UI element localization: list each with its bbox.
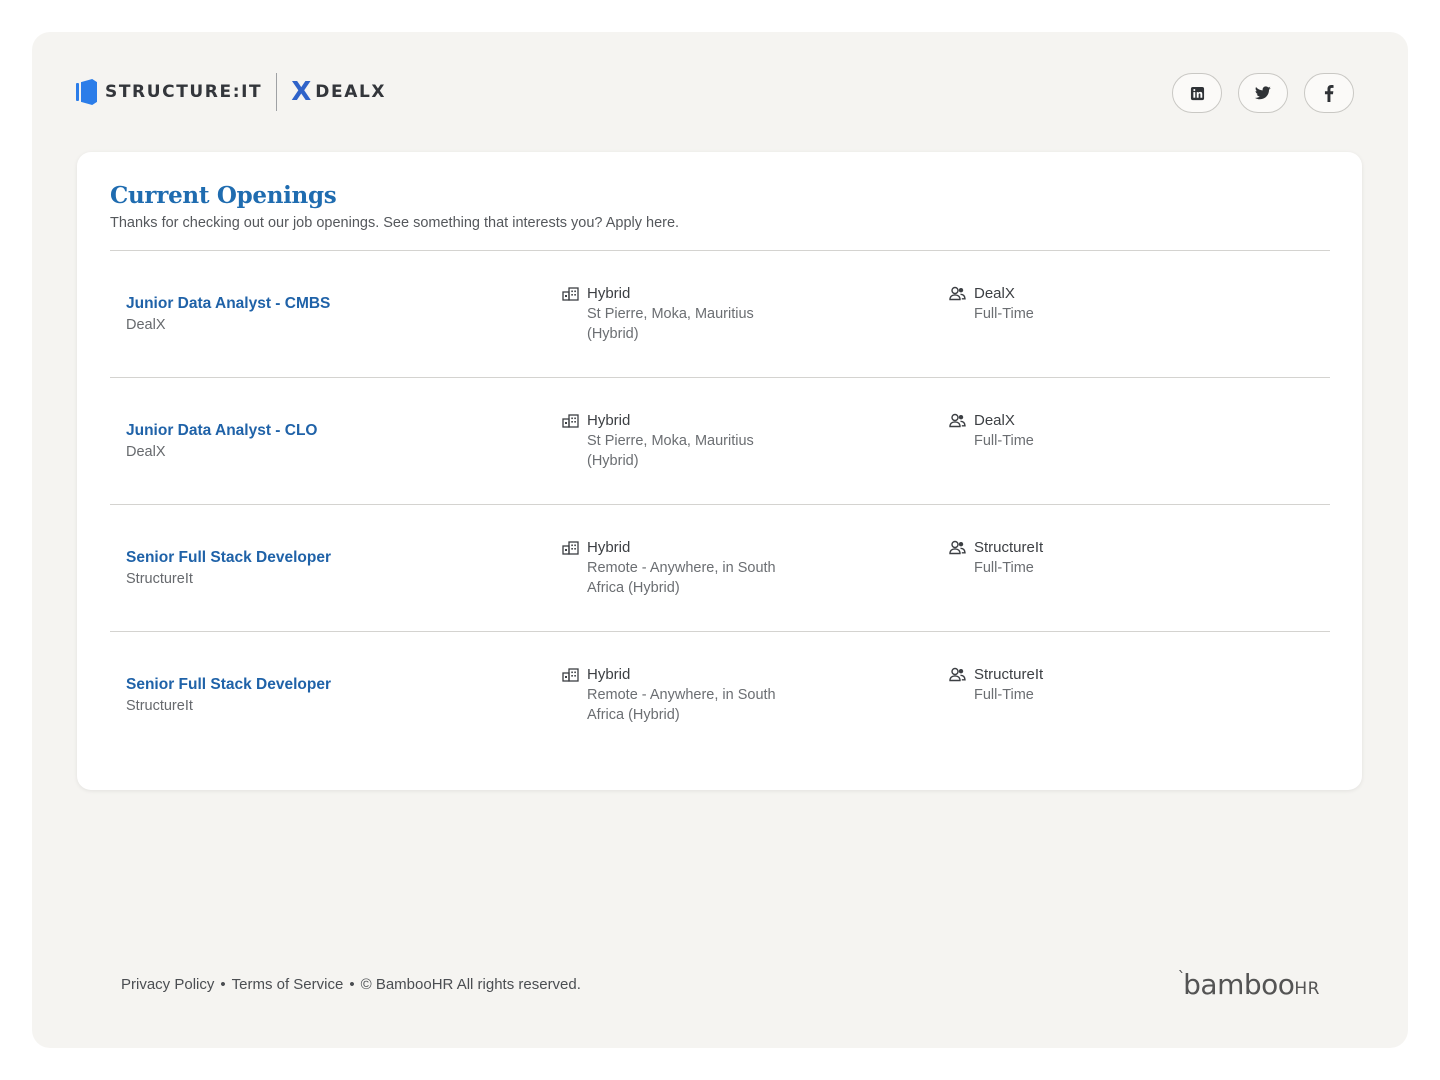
company-logos[interactable]: STRUCTURE:IT X DEALX — [76, 72, 386, 112]
employment-type: Full-Time — [974, 306, 1034, 322]
privacy-policy-link[interactable]: Privacy Policy — [121, 976, 214, 993]
people-icon — [949, 539, 966, 556]
openings-card: Current Openings Thanks for checking out… — [77, 152, 1362, 790]
building-icon — [562, 539, 579, 556]
employment-type: Full-Time — [974, 687, 1034, 703]
job-row[interactable]: Senior Full Stack Developer StructureIt … — [110, 631, 1330, 759]
location-text: St Pierre, Moka, Mauritius (Hybrid) — [587, 433, 754, 469]
location-text: Remote - Anywhere, in South Africa (Hybr… — [587, 687, 776, 723]
linkedin-button[interactable] — [1172, 73, 1222, 113]
page-title: Current Openings — [110, 182, 337, 209]
structureit-logo-text: STRUCTURE:IT — [105, 82, 263, 102]
job-row[interactable]: Junior Data Analyst - CMBS DealX Hybrid … — [110, 250, 1330, 378]
twitter-button[interactable] — [1238, 73, 1288, 113]
bamboohr-logo[interactable]: ˋbambooHR — [1178, 968, 1320, 1001]
location-text: St Pierre, Moka, Mauritius (Hybrid) — [587, 306, 754, 342]
job-location: Hybrid Remote - Anywhere, in South Afric… — [562, 666, 802, 725]
job-location: Hybrid Remote - Anywhere, in South Afric… — [562, 539, 802, 598]
location-text: Remote - Anywhere, in South Africa (Hybr… — [587, 560, 776, 596]
company-name: StructureIt — [974, 539, 1044, 556]
location-type: Hybrid — [587, 666, 631, 683]
building-icon — [562, 666, 579, 683]
job-employment: DealX Full-Time — [949, 285, 1189, 324]
footer-separator: • — [349, 976, 355, 993]
job-location: Hybrid St Pierre, Moka, Mauritius (Hybri… — [562, 285, 802, 344]
copyright-text: BambooHR All rights reserved. — [375, 976, 581, 993]
job-location: Hybrid St Pierre, Moka, Mauritius (Hybri… — [562, 412, 802, 471]
job-department: DealX — [126, 444, 166, 460]
job-title-link[interactable]: Junior Data Analyst - CMBS — [126, 295, 330, 313]
footer-separator: • — [220, 976, 226, 993]
employment-type: Full-Time — [974, 433, 1034, 449]
job-department: StructureIt — [126, 698, 193, 714]
building-icon — [562, 412, 579, 429]
location-type: Hybrid — [587, 412, 631, 429]
job-title-link[interactable]: Senior Full Stack Developer — [126, 549, 331, 567]
social-links — [1172, 73, 1354, 113]
company-name: DealX — [974, 412, 1015, 429]
bamboohr-logo-suffix: HR — [1294, 979, 1320, 999]
job-employment: StructureIt Full-Time — [949, 666, 1189, 705]
twitter-icon — [1255, 86, 1271, 100]
dealx-logo-text: DEALX — [315, 82, 387, 102]
terms-of-service-link[interactable]: Terms of Service — [232, 976, 344, 993]
company-name: DealX — [974, 285, 1015, 302]
company-name: StructureIt — [974, 666, 1044, 683]
footer-links: Privacy Policy • Terms of Service • © Bamboo… — [121, 976, 581, 993]
building-icon — [562, 285, 579, 302]
linkedin-icon — [1190, 86, 1204, 100]
people-icon — [949, 412, 966, 429]
copyright-icon: © — [360, 976, 372, 993]
job-row[interactable]: Senior Full Stack Developer StructureIt … — [110, 504, 1330, 632]
bamboohr-logo-main: bamboo — [1183, 968, 1295, 1001]
people-icon — [949, 666, 966, 683]
employment-type: Full-Time — [974, 560, 1034, 576]
job-department: DealX — [126, 317, 166, 333]
facebook-button[interactable] — [1304, 73, 1354, 113]
job-department: StructureIt — [126, 571, 193, 587]
facebook-icon — [1324, 84, 1334, 102]
logo-divider — [276, 73, 278, 111]
job-employment: StructureIt Full-Time — [949, 539, 1189, 578]
structureit-logo-mark — [76, 79, 97, 105]
page-subtitle: Thanks for checking out our job openings… — [110, 215, 680, 231]
job-employment: DealX Full-Time — [949, 412, 1189, 451]
page-frame: STRUCTURE:IT X DEALX Current Openings Th… — [32, 32, 1408, 1048]
location-type: Hybrid — [587, 285, 631, 302]
job-row[interactable]: Junior Data Analyst - CLO DealX Hybrid S… — [110, 377, 1330, 505]
dealx-logo-mark: X — [291, 77, 312, 107]
people-icon — [949, 285, 966, 302]
location-type: Hybrid — [587, 539, 631, 556]
job-title-link[interactable]: Junior Data Analyst - CLO — [126, 422, 317, 440]
job-title-link[interactable]: Senior Full Stack Developer — [126, 676, 331, 694]
